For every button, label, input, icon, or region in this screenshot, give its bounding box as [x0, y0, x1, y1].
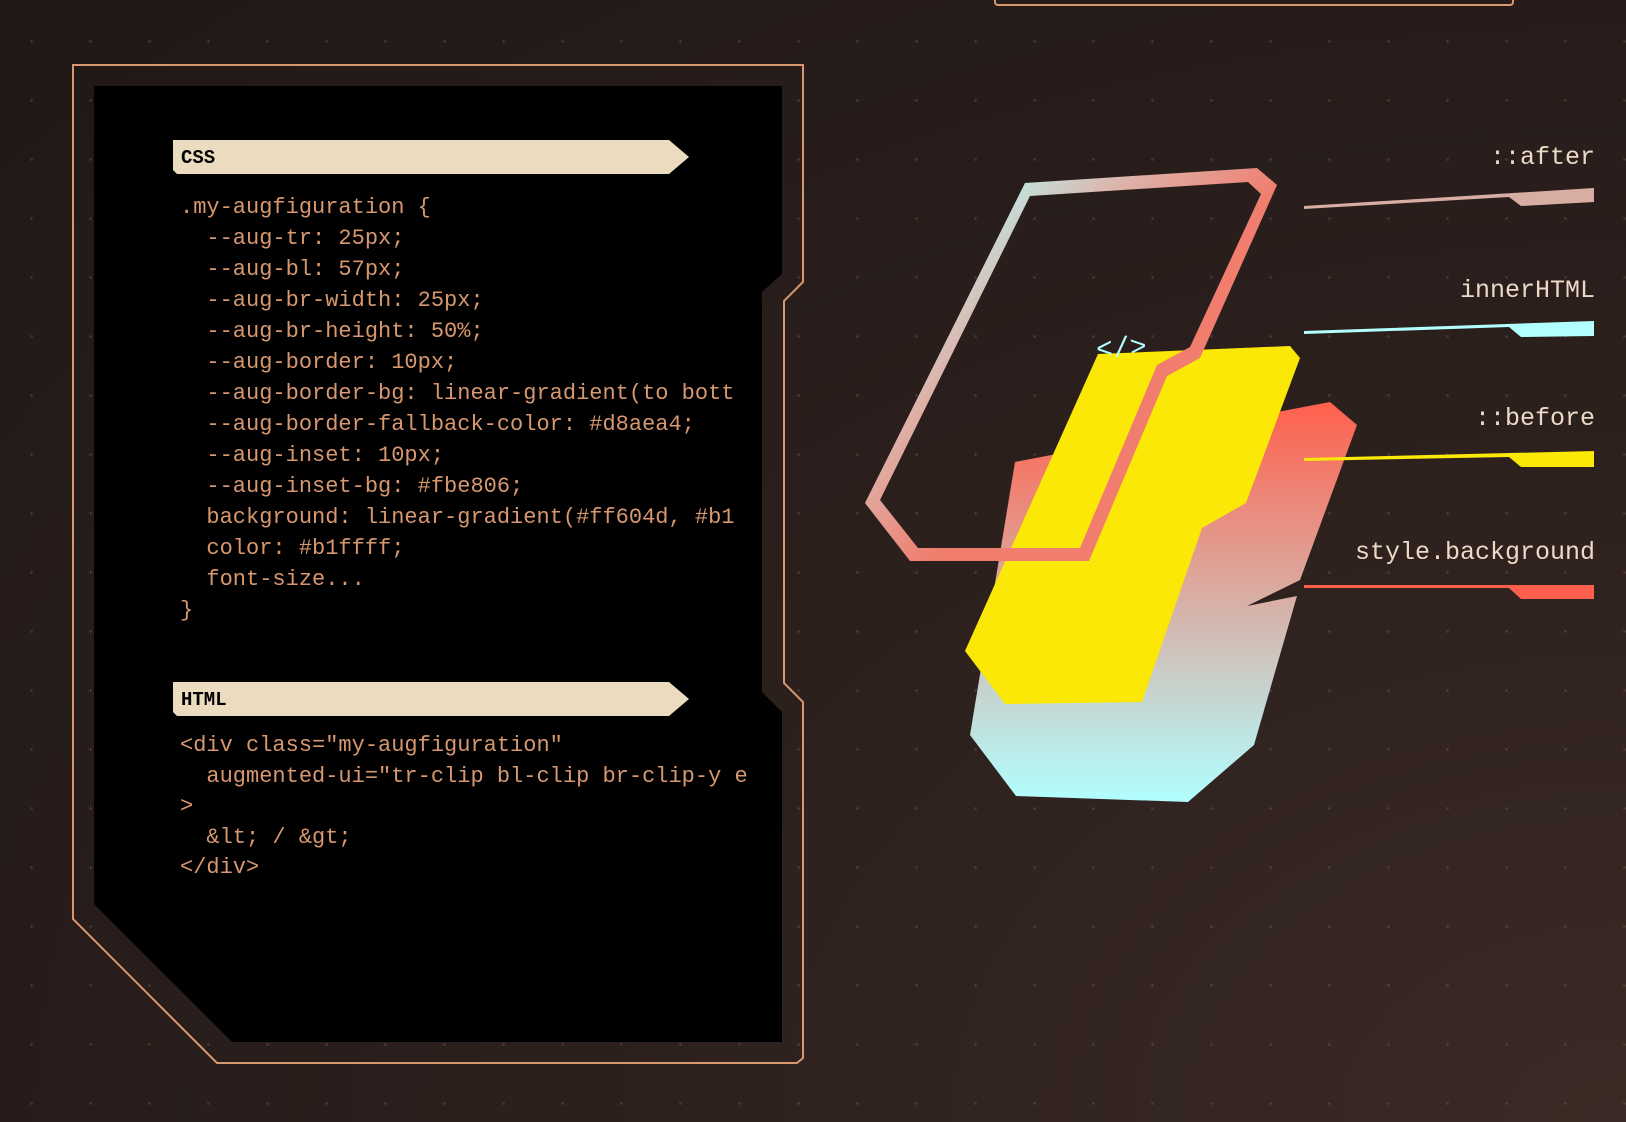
before-connector: [1304, 451, 1594, 467]
style-background-label-text: style.background: [1354, 538, 1595, 567]
after-label-text: ::after: [1489, 143, 1595, 172]
innerhtml-connector: [1304, 321, 1594, 337]
after-connector: [1304, 188, 1594, 209]
inner-html-glyph: </>: [1095, 333, 1147, 367]
background-connector: [1304, 585, 1594, 599]
innerhtml-label-text: innerHTML: [1459, 276, 1595, 305]
before-label-text: ::before: [1474, 404, 1595, 433]
